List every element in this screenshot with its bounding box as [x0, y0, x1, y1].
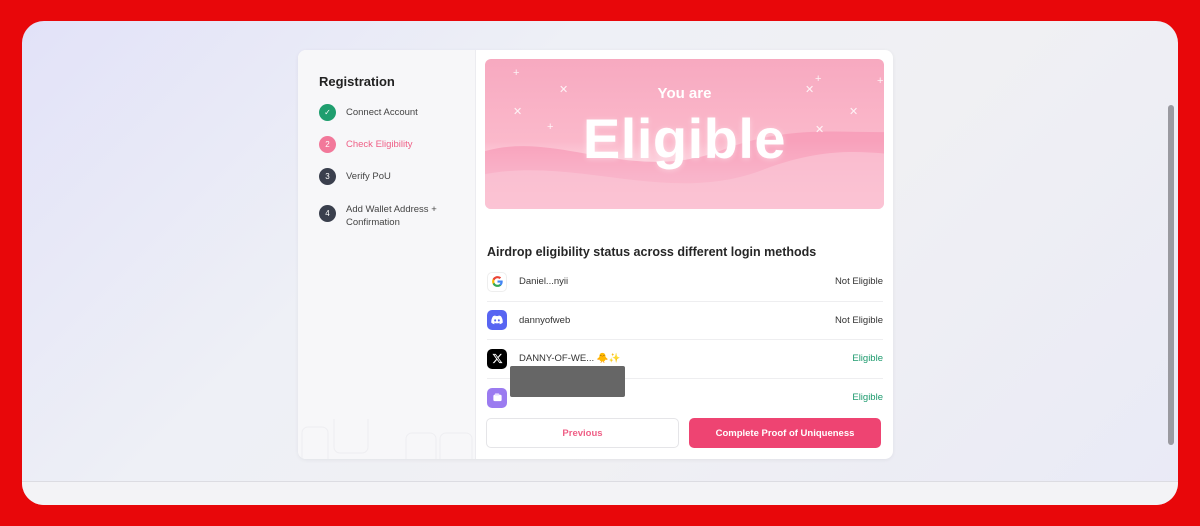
eligibility-status: Eligible [852, 392, 883, 404]
decorative-grid [301, 419, 473, 459]
sidebar-title: Registration [319, 74, 395, 89]
login-row-wallet: Eligible [487, 365, 883, 418]
eligibility-heading: Airdrop eligibility status across differ… [487, 245, 817, 259]
bottom-bar [22, 481, 1178, 505]
banner-title: Eligible [582, 107, 787, 170]
google-icon [487, 271, 507, 292]
app-screen: Registration ✓ Connect Account 2 Check E… [22, 21, 1178, 505]
scrollbar-thumb[interactable] [1168, 105, 1174, 445]
banner-subtitle: You are [657, 85, 712, 102]
eligibility-status: Eligible [852, 353, 883, 365]
registration-sidebar: Registration ✓ Connect Account 2 Check E… [298, 50, 476, 459]
step-number: 3 [319, 168, 336, 185]
wallet-icon [487, 387, 507, 408]
login-row-discord: dannyofweb Not Eligible [487, 302, 883, 340]
scrollbar[interactable] [1166, 105, 1176, 465]
registration-card: Registration ✓ Connect Account 2 Check E… [298, 50, 893, 459]
login-methods-list: Daniel...nyii Not Eligible dannyofweb No… [487, 263, 883, 417]
step-label: Verify PoU [346, 171, 391, 182]
account-name: DANNY-OF-WE... 🐥✨ [519, 353, 621, 365]
step-verify-pou[interactable]: 3 Verify PoU [319, 168, 391, 185]
eligible-banner: + ✕ ✕ + + ✕ ✕ ✕ + You are Eligible [485, 59, 884, 209]
step-add-wallet[interactable]: 4 Add Wallet Address + Confirmation [319, 201, 469, 229]
main-panel: + ✕ ✕ + + ✕ ✕ ✕ + You are Eligible Airdr… [476, 50, 893, 459]
discord-icon [487, 310, 507, 331]
step-check-eligibility[interactable]: 2 Check Eligibility [319, 136, 413, 153]
check-icon: ✓ [319, 104, 336, 121]
step-connect-account[interactable]: ✓ Connect Account [319, 104, 418, 121]
step-label: Add Wallet Address + Confirmation [346, 204, 437, 228]
step-label: Connect Account [346, 107, 418, 118]
step-number: 2 [319, 136, 336, 153]
redacted-account [510, 365, 625, 397]
eligibility-status: Not Eligible [834, 314, 883, 326]
x-icon [487, 348, 507, 369]
complete-proof-button[interactable]: Complete Proof of Uniqueness [689, 418, 881, 448]
previous-button[interactable]: Previous [486, 418, 679, 448]
step-number: 4 [319, 205, 336, 222]
sparkle-icon: + [815, 73, 822, 85]
account-name: dannyofweb [519, 314, 571, 326]
step-label: Check Eligibility [346, 139, 413, 150]
account-name: Daniel...nyii [519, 276, 569, 288]
eligibility-status: Not Eligible [834, 276, 883, 288]
login-row-google: Daniel...nyii Not Eligible [487, 263, 883, 302]
sparkle-icon: + [513, 67, 520, 79]
